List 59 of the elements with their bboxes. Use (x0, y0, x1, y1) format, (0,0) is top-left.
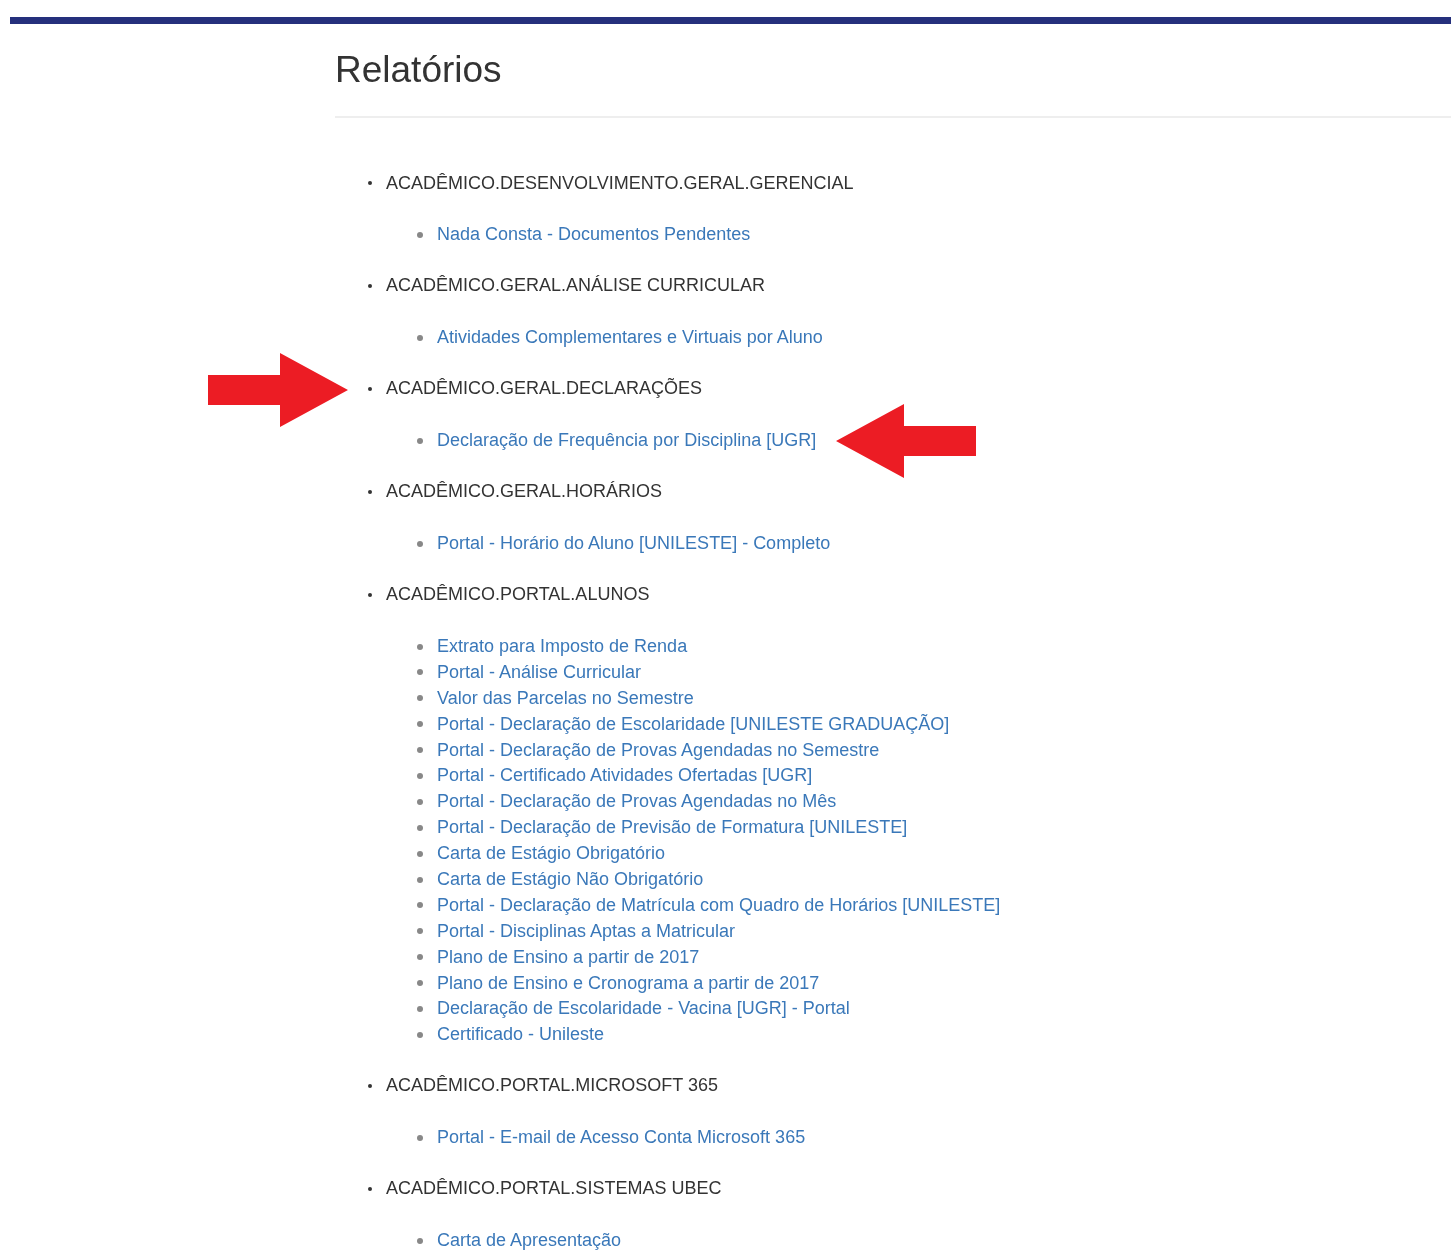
report-link[interactable]: Carta de Estágio Não Obrigatório (437, 866, 704, 894)
report-link[interactable]: Declaração de Escolaridade - Vacina [UGR] - Portal (437, 995, 850, 1023)
bullet-icon (417, 1237, 423, 1244)
bullet-icon (417, 876, 423, 883)
bullet-icon (368, 181, 372, 185)
category-heading: ACADÊMICO.GERAL.ANÁLISE CURRICULAR (386, 274, 766, 298)
report-link[interactable]: Carta de Apresentação (437, 1227, 622, 1251)
report-link[interactable]: Portal - Certificado Atividades Ofertadas [UGR] (437, 762, 813, 790)
report-link[interactable]: Declaração de Frequência por Disciplina [UGR] (437, 427, 817, 455)
report-link[interactable]: Portal - Declaração de Escolaridade [UNILESTE GRADUAÇÃO] (437, 710, 950, 738)
report-link[interactable]: Portal - Declaração de Matrícula com Quadro de Horários [UNILESTE] (437, 891, 1001, 919)
bullet-icon (417, 334, 423, 341)
report-link[interactable]: Extrato para Imposto de Renda (437, 633, 688, 660)
bullet-icon (417, 902, 423, 909)
bullet-icon (417, 954, 423, 961)
bullet-icon (417, 980, 423, 987)
report-link[interactable]: Plano de Ensino a partir de 2017 (437, 943, 700, 971)
report-link[interactable]: Portal - Análise Curricular (437, 658, 642, 686)
category-heading: ACADÊMICO.GERAL.HORÁRIOS (386, 480, 663, 504)
report-link[interactable]: Valor das Parcelas no Semestre (437, 684, 694, 712)
bullet-icon (368, 283, 372, 288)
bullet-icon (417, 772, 423, 779)
report-link[interactable]: Atividades Complementares e Virtuais por Aluno (437, 324, 823, 352)
bullet-icon (368, 1186, 372, 1191)
bullet-icon (368, 592, 372, 597)
report-link[interactable]: Carta de Estágio Obrigatório (437, 840, 666, 868)
bullet-icon (417, 437, 423, 444)
bullet-icon (417, 721, 423, 728)
bullet-icon (417, 747, 423, 754)
report-link[interactable]: Portal - E-mail de Acesso Conta Microsoft 365 (437, 1124, 806, 1152)
category-heading: ACADÊMICO.PORTAL.MICROSOFT 365 (386, 1074, 719, 1098)
bullet-icon (417, 824, 423, 831)
bullet-icon (417, 695, 423, 702)
category-heading: ACADÊMICO.DESENVOLVIMENTO.GERAL.GERENCIAL (386, 171, 854, 195)
page-title: Relatórios (335, 48, 503, 92)
bullet-icon (368, 1083, 372, 1088)
report-link[interactable]: Portal - Declaração de Provas Agendadas no Semestre (437, 736, 880, 764)
bullet-icon (417, 1134, 423, 1141)
bullet-icon (368, 489, 372, 494)
report-link[interactable]: Portal - Disciplinas Aptas a Matricular (437, 917, 736, 945)
bullet-icon (368, 386, 372, 391)
report-link[interactable]: Portal - Declaração de Provas Agendadas no Mês (437, 788, 837, 816)
bullet-icon (417, 850, 423, 857)
bullet-icon (417, 231, 423, 238)
report-link[interactable]: Certificado - Unileste (437, 1021, 605, 1049)
category-heading: ACADÊMICO.GERAL.DECLARAÇÕES (386, 377, 703, 401)
bullet-icon (417, 798, 423, 805)
category-heading: ACADÊMICO.PORTAL.SISTEMAS UBEC (386, 1177, 722, 1201)
report-link[interactable]: Portal - Declaração de Previsão de Formatura [UNILESTE] (437, 814, 908, 842)
report-link[interactable]: Nada Consta - Documentos Pendentes (437, 221, 751, 249)
bullet-icon (417, 540, 423, 547)
category-heading: ACADÊMICO.PORTAL.ALUNOS (386, 583, 650, 607)
bullet-icon (417, 669, 423, 676)
bullet-icon (417, 1031, 423, 1038)
report-link[interactable]: Portal - Horário do Aluno [UNILESTE] - Completo (437, 530, 831, 558)
bullet-icon (417, 1005, 423, 1012)
bullet-icon (417, 928, 423, 935)
bullet-icon (417, 643, 423, 650)
report-link[interactable]: Plano de Ensino e Cronograma a partir de 2017 (437, 969, 820, 997)
